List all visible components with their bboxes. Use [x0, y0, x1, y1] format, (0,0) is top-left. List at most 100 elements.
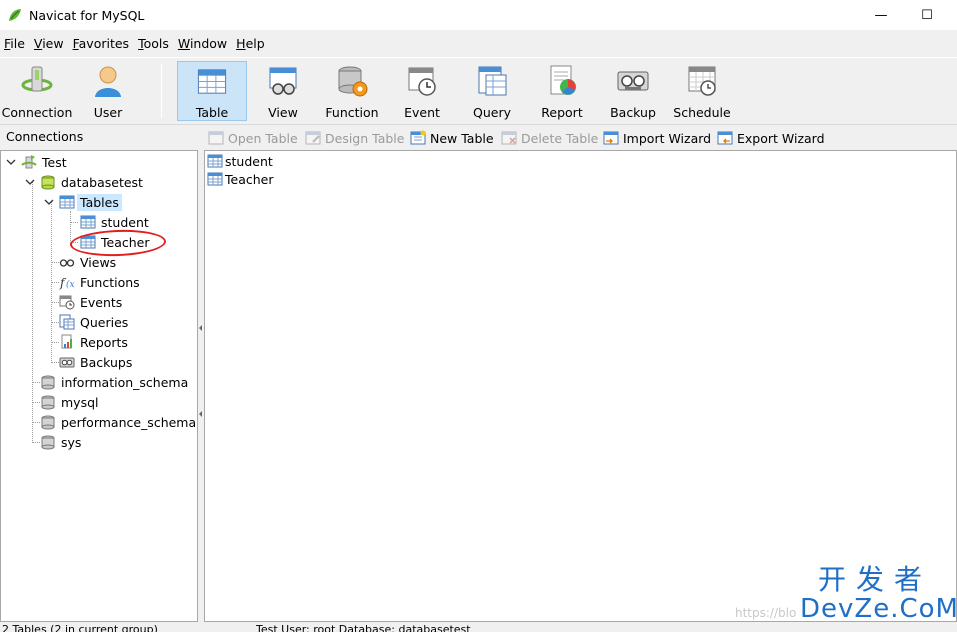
new-table-icon — [410, 130, 426, 145]
connections-label: Connections — [6, 129, 84, 144]
view-icon — [269, 67, 297, 95]
tree-line — [32, 402, 40, 403]
main-toolbar: Connection User Table View Function Even… — [0, 57, 957, 123]
collapse-arrow-icon[interactable] — [199, 325, 202, 331]
report-button[interactable]: Report — [536, 61, 588, 121]
menu-help[interactable]: Help — [232, 36, 270, 51]
connection-tree: Test databasetest Tables student Teacher… — [0, 150, 198, 622]
tree-item-table-student[interactable]: student — [80, 212, 149, 232]
user-button[interactable]: User — [82, 61, 134, 121]
report-icon — [550, 65, 576, 95]
tree-line — [70, 211, 71, 243]
menu-file[interactable]: File — [0, 36, 30, 51]
event-button[interactable]: Event — [398, 61, 446, 121]
tree-item-database-databasetest[interactable]: databasetest — [24, 172, 143, 192]
import-wizard-button[interactable]: Import Wizard — [603, 128, 711, 148]
tree-line — [51, 362, 59, 363]
export-wizard-button[interactable]: Export Wizard — [717, 128, 825, 148]
table-icon — [207, 154, 223, 168]
function-button[interactable]: Function — [322, 61, 382, 121]
table-icon — [207, 172, 223, 186]
open-table-icon — [208, 131, 224, 145]
database-icon — [41, 375, 55, 390]
chevron-down-icon[interactable] — [5, 156, 17, 168]
schedule-button[interactable]: Schedule — [672, 61, 732, 121]
tree-item-database-sys[interactable]: sys — [40, 432, 81, 452]
tree-item-connection-test[interactable]: Test — [5, 152, 67, 172]
database-open-icon — [41, 175, 55, 190]
tree-item-database-mysql[interactable]: mysql — [40, 392, 99, 412]
database-icon — [41, 415, 55, 430]
tables-folder-icon — [59, 195, 75, 209]
minimize-button[interactable]: — — [858, 0, 904, 30]
report-icon — [61, 334, 72, 349]
open-table-button[interactable]: Open Table — [208, 128, 298, 148]
database-icon — [41, 435, 55, 450]
import-wizard-icon — [603, 131, 619, 145]
status-bar: 2 Tables (2 in current group) Test User:… — [0, 622, 957, 632]
menu-tools[interactable]: Tools — [134, 36, 174, 51]
event-icon — [408, 67, 436, 96]
object-list-panel: student Teacher — [204, 150, 957, 622]
tree-item-database-performance-schema[interactable]: performance_schema — [40, 412, 196, 432]
function-icon: f(x) — [59, 276, 75, 290]
status-connection-info: Test User: root Database: databasetest — [256, 623, 471, 632]
window-title: Navicat for MySQL — [29, 7, 145, 23]
query-icon — [59, 314, 75, 330]
backup-icon — [617, 71, 649, 91]
mysql-connection-icon — [21, 155, 37, 169]
tree-line — [32, 181, 33, 443]
tree-line — [32, 382, 40, 383]
menu-view[interactable]: View — [30, 36, 69, 51]
table-icon — [197, 69, 227, 94]
backup-button[interactable]: Backup — [606, 61, 660, 121]
tree-item-reports[interactable]: Reports — [59, 332, 128, 352]
navicat-logo-icon — [9, 9, 21, 21]
menu-favorites[interactable]: Favorites — [69, 36, 134, 51]
query-icon — [478, 66, 507, 96]
view-button[interactable]: View — [257, 61, 309, 121]
tree-line — [32, 442, 40, 443]
chevron-down-icon[interactable] — [24, 176, 36, 188]
user-icon — [95, 66, 121, 97]
new-table-button[interactable]: New Table — [410, 128, 494, 148]
connection-button[interactable]: Connection — [2, 61, 72, 121]
tree-item-database-information-schema[interactable]: information_schema — [40, 372, 188, 392]
chevron-down-icon[interactable] — [43, 196, 55, 208]
event-icon — [59, 295, 75, 310]
function-icon — [338, 66, 368, 97]
tree-line — [51, 342, 59, 343]
svg-text:(x): (x) — [66, 279, 75, 290]
delete-table-button[interactable]: Delete Table — [501, 128, 598, 148]
object-item-teacher[interactable]: Teacher — [207, 170, 274, 188]
menu-window[interactable]: Window — [174, 36, 232, 51]
connection-icon — [21, 66, 53, 92]
schedule-icon — [688, 66, 716, 96]
views-icon — [59, 259, 75, 267]
query-button[interactable]: Query — [466, 61, 518, 121]
tree-line — [32, 422, 40, 423]
tree-line — [51, 322, 59, 323]
title-bar: Navicat for MySQL — ☐ — [0, 0, 957, 30]
tree-line — [70, 222, 78, 223]
table-button[interactable]: Table — [177, 61, 247, 121]
database-icon — [41, 395, 55, 410]
maximize-button[interactable]: ☐ — [904, 0, 950, 30]
tree-line — [51, 302, 59, 303]
collapse-arrow-icon[interactable] — [199, 411, 202, 417]
tree-item-backups[interactable]: Backups — [59, 352, 132, 372]
design-table-icon — [305, 131, 321, 145]
export-wizard-icon — [717, 131, 733, 145]
tree-item-functions[interactable]: f(x) Functions — [59, 272, 140, 292]
tree-line — [51, 282, 59, 283]
tree-item-events[interactable]: Events — [59, 292, 122, 312]
tree-item-queries[interactable]: Queries — [59, 312, 128, 332]
tree-item-tables-folder[interactable]: Tables — [43, 192, 122, 212]
delete-table-icon — [501, 131, 517, 145]
design-table-button[interactable]: Design Table — [305, 128, 404, 148]
menu-bar: File View Favorites Tools Window Help — [0, 30, 957, 57]
blog-watermark: https://blo — [735, 606, 797, 620]
object-item-student[interactable]: student — [207, 152, 273, 170]
toolbar-separator — [161, 64, 162, 118]
backup-icon — [59, 357, 75, 368]
